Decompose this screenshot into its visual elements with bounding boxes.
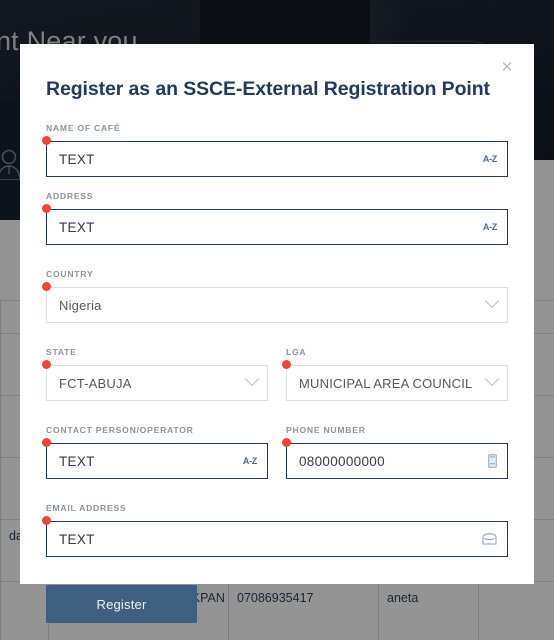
register-button[interactable]: Register	[46, 585, 197, 623]
address-input[interactable]	[46, 209, 508, 245]
required-dot-icon	[282, 438, 291, 447]
contact-person-input[interactable]	[46, 443, 268, 479]
field-phone-number: PHONE NUMBER	[282, 425, 508, 479]
page-title: Register as an SSCE-External Registratio…	[46, 78, 490, 100]
field-state: STATE	[42, 347, 268, 401]
email-address-input[interactable]	[46, 521, 508, 557]
close-icon[interactable]: ×	[494, 54, 520, 80]
field-label-cafe-name: NAME OF CAFÉ	[46, 123, 121, 133]
cafe-name-input[interactable]	[46, 141, 508, 177]
required-dot-icon	[42, 360, 51, 369]
field-label-email-address: EMAIL ADDRESS	[46, 503, 127, 513]
field-lga: LGA	[282, 347, 508, 401]
registration-modal: × Register as an SSCE-External Registrat…	[20, 44, 534, 623]
input-wrap-address: A-Z	[42, 204, 508, 245]
contact-phone-row: CONTACT PERSON/OPERATOR A-Z PHONE NUMBER	[42, 425, 508, 493]
field-label-state: STATE	[46, 347, 77, 357]
required-dot-icon	[42, 516, 51, 525]
page-root: ion Point Near you nd y Email	[0, 0, 554, 640]
lga-select[interactable]	[286, 365, 508, 401]
input-wrap-lga	[282, 360, 508, 401]
field-cafe-name: NAME OF CAFÉ A-Z	[42, 123, 508, 177]
country-select[interactable]	[46, 287, 508, 323]
input-wrap-state	[42, 360, 268, 401]
required-dot-icon	[42, 282, 51, 291]
field-label-phone-number: PHONE NUMBER	[286, 425, 366, 435]
state-lga-row: STATE LGA	[42, 347, 508, 415]
input-wrap-email-address	[42, 516, 508, 557]
registration-form: NAME OF CAFÉ A-Z ADDRESS A-Z	[42, 123, 508, 623]
required-dot-icon	[42, 438, 51, 447]
field-email-address: EMAIL ADDRESS	[42, 503, 508, 557]
field-label-country: COUNTRY	[46, 269, 94, 279]
phone-number-input[interactable]	[286, 443, 508, 479]
required-dot-icon	[42, 204, 51, 213]
input-wrap-country	[42, 282, 508, 323]
field-label-address: ADDRESS	[46, 191, 94, 201]
input-wrap-contact-person: A-Z	[42, 438, 268, 479]
field-label-contact-person: CONTACT PERSON/OPERATOR	[46, 425, 194, 435]
field-country: COUNTRY	[42, 269, 508, 323]
field-address: ADDRESS A-Z	[42, 191, 508, 245]
state-select[interactable]	[46, 365, 268, 401]
field-contact-person: CONTACT PERSON/OPERATOR A-Z	[42, 425, 268, 479]
input-wrap-cafe-name: A-Z	[42, 136, 508, 177]
required-dot-icon	[282, 360, 291, 369]
required-dot-icon	[42, 136, 51, 145]
field-label-lga: LGA	[286, 347, 307, 357]
input-wrap-phone-number	[282, 438, 508, 479]
